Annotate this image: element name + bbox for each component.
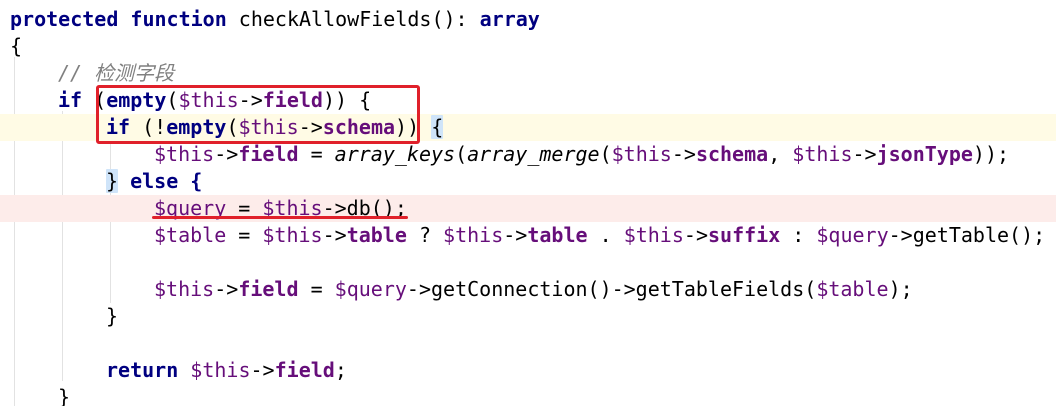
code-line-comment: // 检测字段 [58,61,175,85]
code-line-get-connection: $this->field = $query->getConnection()->… [154,277,913,301]
code-line-open-brace: { [10,34,23,58]
code-editor[interactable]: protected function checkAllowFields(): a… [0,0,1056,406]
code-line-table: $table = $this->table ? $this->table . $… [154,223,1046,247]
highlight-box-annotation [96,85,420,144]
underline-annotation [152,216,408,219]
code-line-signature: protected function checkAllowFields(): a… [10,7,540,31]
code-line-assign-field: $this->field = array_keys(array_merge($t… [154,142,1010,166]
matched-brace-highlight: } [106,169,119,193]
code-line-return: return $this->field; [106,358,347,382]
matched-brace-highlight: { [431,115,444,139]
code-line-else: } else { [106,169,203,193]
code-line-close-if: } [58,385,71,406]
code-line-close-else: } [106,304,119,328]
